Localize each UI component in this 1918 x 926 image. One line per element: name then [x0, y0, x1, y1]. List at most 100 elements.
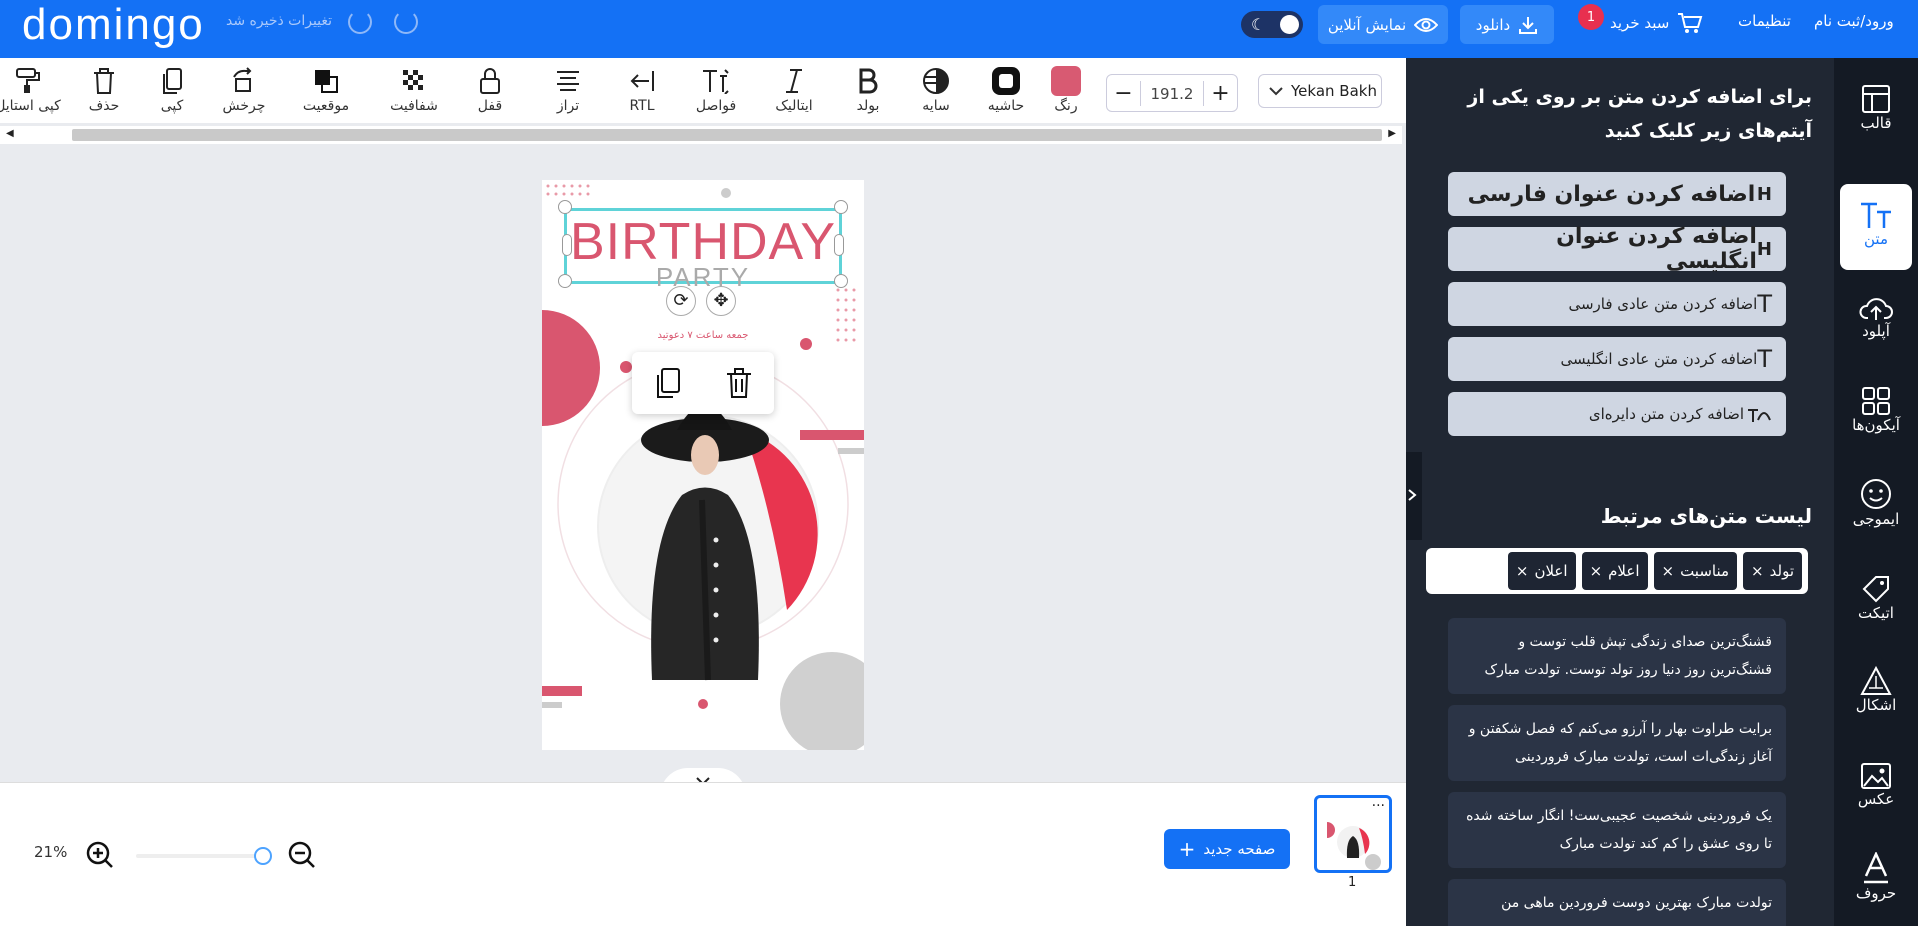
tool-border[interactable]: حاشیه [972, 64, 1040, 114]
canvas-date-line[interactable]: جمعه ساعت ۷ دعوتید [542, 330, 864, 341]
page-thumbnail[interactable]: ··· [1314, 795, 1392, 873]
zoom-value: 21% [34, 843, 68, 861]
add-circular-text-button[interactable]: اضافه کردن متن دایره‌ای [1448, 392, 1786, 436]
tag-input[interactable]: تولد × مناسبت × اعلام × اعلان × [1426, 548, 1808, 594]
shapes-icon [1860, 666, 1892, 695]
tool-copy[interactable]: کپی [138, 64, 206, 114]
scroll-right-icon[interactable]: ▶ [1388, 128, 1396, 139]
italic-icon [786, 69, 802, 93]
image-icon [1861, 763, 1891, 789]
element-context-menu [632, 352, 774, 414]
suggestion-item[interactable]: تولدت مبارک بهترین دوست فروردین ماهی من [1448, 879, 1786, 926]
layers-icon [315, 70, 338, 93]
rail-photo[interactable]: عکس [1840, 744, 1912, 830]
zoom-slider-knob[interactable] [254, 847, 272, 865]
heading-icon: H [1756, 183, 1772, 205]
tool-shadow[interactable]: سایه [902, 64, 970, 114]
tool-copy-style[interactable]: کپی استایل [0, 64, 62, 114]
add-persian-heading-button[interactable]: H اضافه کردن عنوان فارسی [1448, 172, 1786, 216]
decrease-button[interactable]: − [1107, 80, 1141, 106]
lock-icon [480, 68, 500, 94]
login-link[interactable]: ورود/ثبت نام [1814, 12, 1894, 30]
canvas-subtitle[interactable]: PARTY [542, 262, 864, 293]
suggestion-item[interactable]: قشنگ‌ترین صدای زندگی تپش قلب توست و قشنگ… [1448, 618, 1786, 694]
suggestion-item[interactable]: یک فروردینی شخصیت عجیبی‌ست! انگار ساخته … [1448, 792, 1786, 868]
add-persian-text-button[interactable]: T اضافه کردن متن عادی فارسی [1448, 282, 1786, 326]
redo-icon[interactable] [394, 10, 418, 34]
trash-icon[interactable] [725, 367, 753, 399]
online-preview-label: نمایش آنلاین [1327, 15, 1407, 34]
grid-icon [1862, 387, 1890, 415]
tool-italic[interactable]: ایتالیک [760, 64, 828, 114]
horizontal-scrollbar[interactable]: ◀ ▶ [0, 126, 1402, 144]
tool-lock[interactable]: قفل [456, 64, 524, 114]
dark-mode-toggle[interactable]: ☾ [1241, 11, 1303, 38]
text-icon [1861, 202, 1891, 228]
download-button[interactable]: دانلود [1460, 5, 1554, 44]
rail-upload[interactable]: آپلود [1840, 276, 1912, 362]
scroll-left-icon[interactable]: ◀ [6, 128, 14, 139]
add-english-text-button[interactable]: T اضافه کردن متن عادی انگلیسی [1448, 337, 1786, 381]
tool-rotate[interactable]: چرخش [210, 64, 278, 114]
template-icon [1862, 85, 1890, 113]
font-family-select[interactable]: Yekan Bakh [1258, 74, 1382, 108]
text-panel: برای اضافه کردن متن بر روی یکی از آیتم‌ه… [1406, 58, 1834, 926]
tool-delete[interactable]: حذف [70, 64, 138, 114]
copy-icon[interactable] [654, 367, 682, 399]
tag-chip[interactable]: اعلان × [1507, 552, 1576, 590]
tag-chip[interactable]: مناسبت × [1653, 552, 1738, 590]
tag-chip[interactable]: تولد × [1743, 552, 1802, 590]
tool-spacing[interactable]: فواصل [682, 64, 750, 114]
zoom-in-icon[interactable] [86, 841, 114, 869]
rail-shapes[interactable]: اشکال [1840, 650, 1912, 736]
rail-text[interactable]: متن [1840, 184, 1912, 270]
trash-icon [94, 68, 114, 94]
undo-icon[interactable] [348, 10, 372, 34]
tool-rtl[interactable]: RTL [608, 64, 676, 114]
scroll-thumb[interactable] [72, 129, 1382, 141]
zoom-slider[interactable] [136, 854, 264, 858]
close-icon[interactable]: × [1516, 562, 1529, 580]
add-english-heading-button[interactable]: H اضافه کردن عنوان انگلیسی [1448, 224, 1786, 274]
chevron-right-icon [1408, 489, 1417, 501]
rail-emoji[interactable]: ایموجی [1840, 464, 1912, 550]
more-icon[interactable]: ··· [1372, 798, 1385, 814]
eye-icon [1414, 17, 1439, 32]
cart-link[interactable]: سبد خرید [1610, 12, 1703, 34]
collapse-panel-handle[interactable] [1406, 452, 1422, 540]
rail-letters[interactable]: حروف [1840, 838, 1912, 924]
bold-icon [859, 68, 878, 94]
text-t-icon: T [1757, 345, 1772, 373]
settings-link[interactable]: تنظیمات [1738, 12, 1791, 30]
font-size-value: 191.2 [1150, 84, 1194, 103]
move-handle-icon[interactable]: ✥ [706, 286, 736, 316]
tool-align[interactable]: تراز [534, 64, 602, 114]
upload-icon [1859, 298, 1893, 320]
increase-button[interactable]: + [1203, 80, 1237, 106]
transparency-icon [403, 70, 423, 90]
new-page-button[interactable]: + صفحه جدید [1164, 829, 1290, 869]
close-icon[interactable]: × [1590, 562, 1603, 580]
font-size-stepper[interactable]: − 191.2 + [1106, 74, 1238, 112]
rotate-handle-icon[interactable]: ⟳ [666, 286, 696, 316]
rail-sticker[interactable]: اتیکت [1840, 558, 1912, 644]
rail-icons[interactable]: آیکون‌ها [1840, 370, 1912, 456]
rtl-icon [630, 71, 654, 91]
logo[interactable]: domingo [22, 0, 205, 50]
cart-icon [1678, 13, 1703, 33]
tag-chip[interactable]: اعلام × [1581, 552, 1648, 590]
close-icon[interactable]: × [1662, 562, 1675, 580]
tool-position[interactable]: موقعیت [292, 64, 360, 114]
tool-transparency[interactable]: شفافیت [380, 64, 448, 114]
zoom-out-icon[interactable] [288, 841, 316, 869]
close-icon[interactable]: × [1751, 562, 1764, 580]
suggestion-item[interactable]: برایت طراوت بهار را آرزو می‌کنم که فصل ش… [1448, 705, 1786, 781]
copy-icon [163, 68, 182, 94]
tool-bold[interactable]: بولد [834, 64, 902, 114]
design-page[interactable]: BIRTHDAY PARTY ⟳ ✥ جمعه ساعت ۷ دعوتید [542, 180, 864, 750]
rail-template[interactable]: قالب [1840, 68, 1912, 154]
online-preview-button[interactable]: نمایش آنلاین [1318, 5, 1448, 44]
tool-color[interactable]: رنگ [1032, 64, 1100, 114]
bottom-bar: 21% + صفحه جدید ··· 1 [0, 782, 1406, 926]
font-family-value: Yekan Bakh [1291, 82, 1377, 100]
